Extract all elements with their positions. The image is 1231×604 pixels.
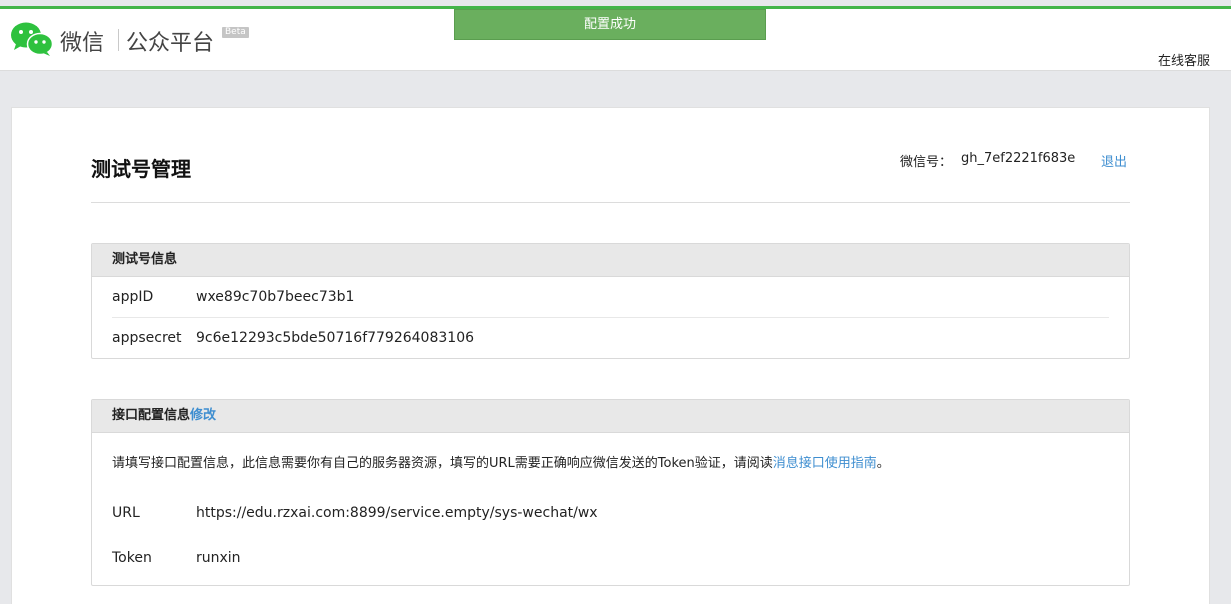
config-description-text: 请填写接口配置信息，此信息需要你有自己的服务器资源，填写的URL需要正确响应微信… (112, 456, 773, 471)
beta-badge: Beta (222, 27, 249, 38)
edit-config-link[interactable]: 修改 (190, 408, 216, 423)
logout-link[interactable]: 退出 (1101, 151, 1127, 170)
info-row-appid: appID wxe89c70b7beec73b1 (112, 277, 1109, 317)
interface-config-panel: 接口配置信息修改 请填写接口配置信息，此信息需要你有自己的服务器资源，填写的UR… (91, 399, 1130, 586)
brand-platform: 公众平台 (126, 31, 215, 56)
appid-label: appID (112, 289, 154, 305)
appsecret-value: 9c6e12293c5bde50716f779264083106 (196, 330, 475, 346)
config-description: 请填写接口配置信息，此信息需要你有自己的服务器资源，填写的URL需要正确响应微信… (92, 433, 1129, 491)
brand-separator (118, 29, 119, 51)
config-description-end: 。 (876, 456, 890, 471)
title-divider (91, 202, 1130, 203)
url-value: https://edu.rzxai.com:8899/service.empty… (196, 505, 598, 521)
test-account-panel: 测试号信息 appID wxe89c70b7beec73b1 appsecret… (91, 243, 1130, 359)
message-guide-link[interactable]: 消息接口使用指南 (773, 456, 877, 471)
wechat-logo-icon[interactable] (10, 21, 54, 57)
interface-config-heading: 接口配置信息修改 (92, 400, 1129, 433)
page-title: 测试号管理 (91, 157, 191, 181)
brand-wechat: 微信 (60, 31, 105, 56)
url-label: URL (112, 505, 140, 521)
config-row-token: Token runxin (112, 536, 1109, 581)
config-row-url: URL https://edu.rzxai.com:8899/service.e… (112, 491, 1109, 536)
info-row-appsecret: appsecret 9c6e12293c5bde50716f7792640831… (112, 317, 1109, 357)
main-card: 测试号管理 微信号： gh_7ef2221f683e 退出 测试号信息 appI… (11, 107, 1210, 604)
test-account-heading: 测试号信息 (92, 244, 1129, 277)
account-id: gh_7ef2221f683e (961, 151, 1076, 166)
success-toast: 配置成功 (454, 9, 766, 40)
appsecret-label: appsecret (112, 330, 182, 346)
account-label: 微信号： (900, 155, 953, 170)
appid-value: wxe89c70b7beec73b1 (196, 289, 355, 305)
token-label: Token (112, 550, 152, 566)
online-service-link[interactable]: 在线客服 (1158, 50, 1210, 69)
interface-config-title: 接口配置信息 (112, 408, 191, 423)
token-value: runxin (196, 550, 241, 566)
